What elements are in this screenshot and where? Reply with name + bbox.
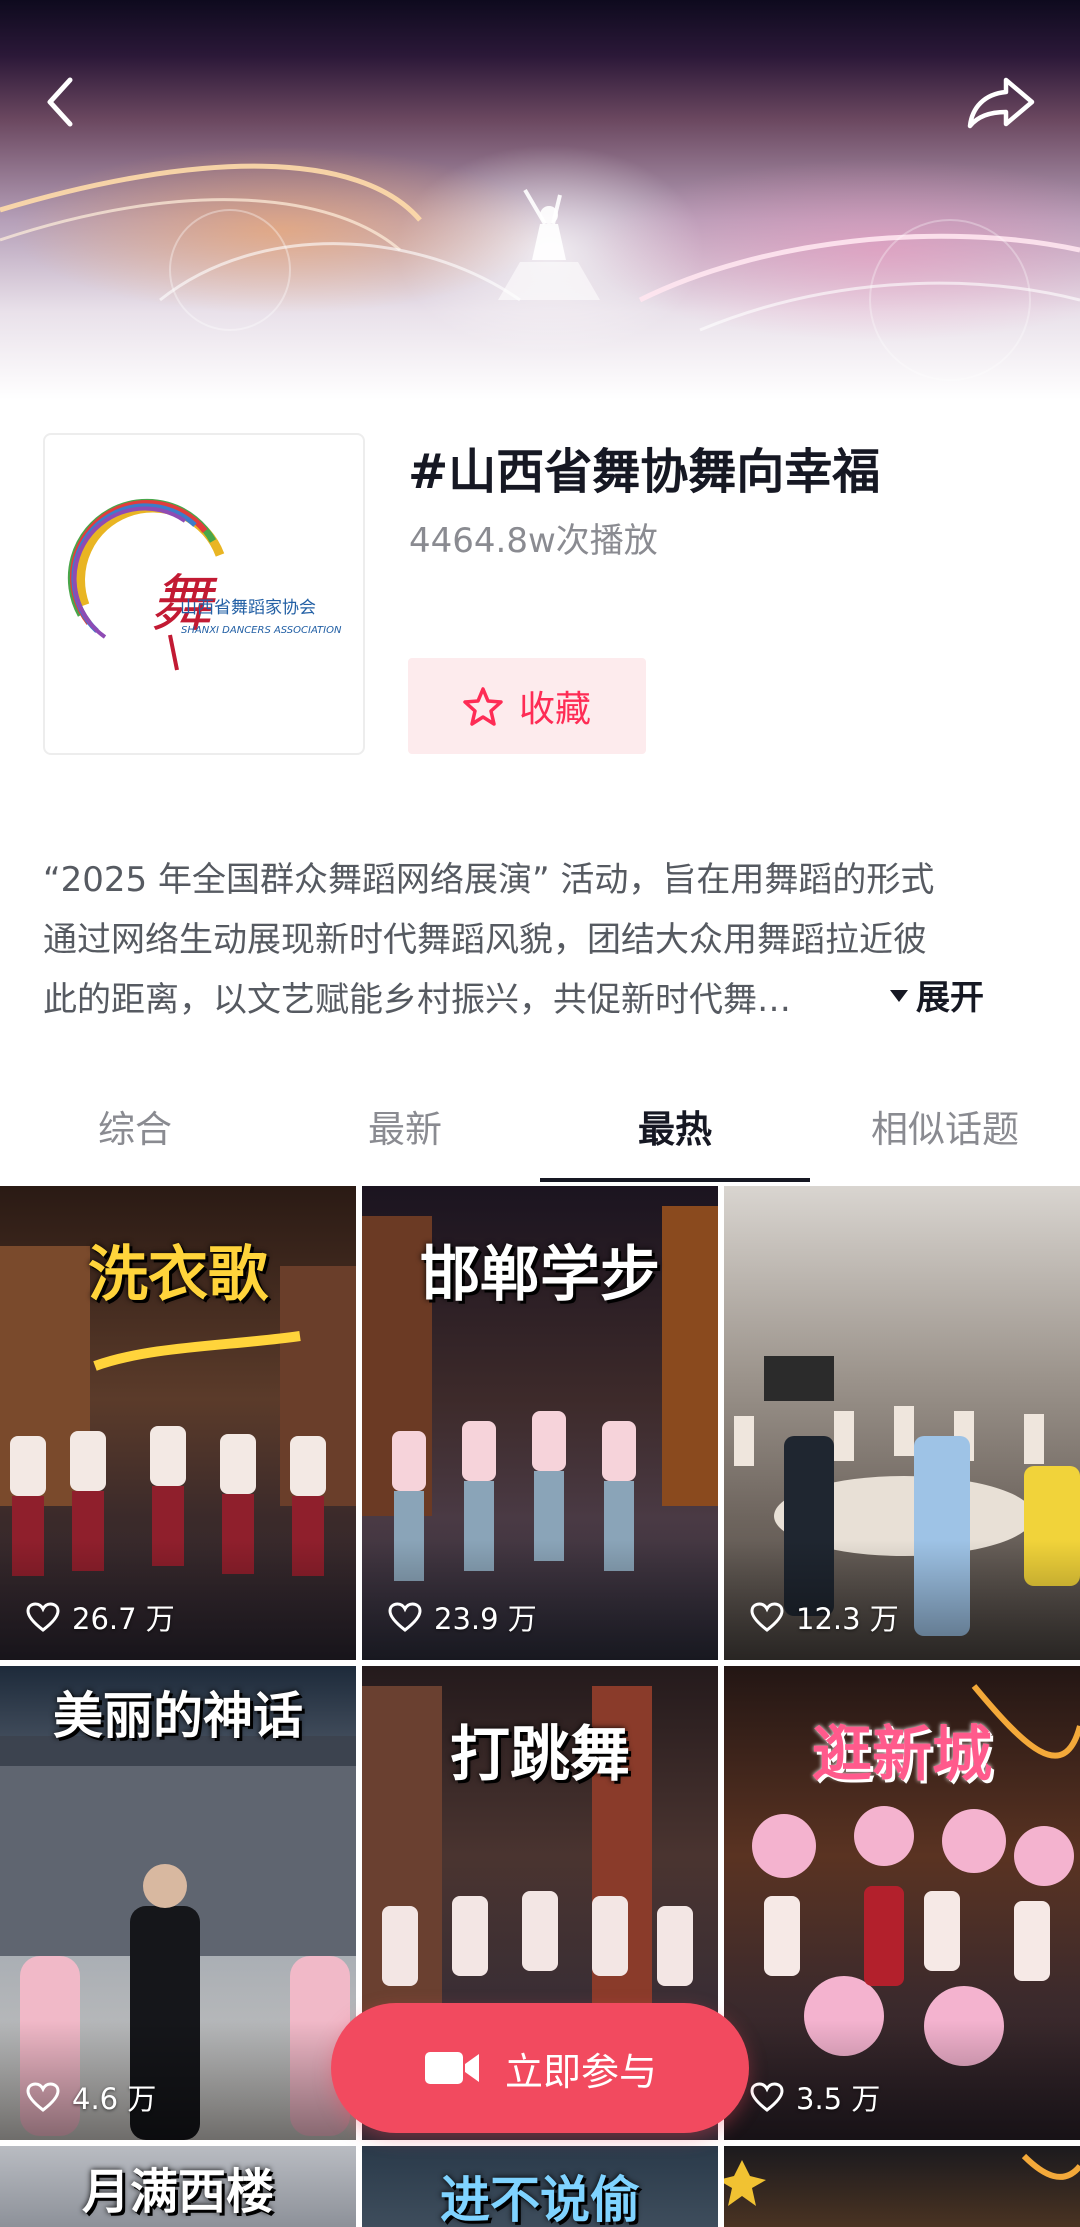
video-overlay-title: 打跳舞 — [450, 1720, 630, 1790]
video-camera-icon — [424, 2052, 479, 2084]
dance-association-logo-icon: 舞 山西省舞蹈家协会 SHANXI DANCERS ASSOCIATION — [67, 498, 342, 671]
topic-play-count: 4464.8w次播放 — [409, 521, 658, 561]
video-likes: 4.6 万 — [26, 2076, 156, 2118]
back-button[interactable] — [34, 72, 94, 132]
topic-banner — [0, 0, 1080, 400]
heart-icon — [26, 1602, 60, 1632]
video-likes: 12.3 万 — [750, 1596, 899, 1638]
video-card[interactable]: 逛新城 3.5 万 — [724, 1666, 1080, 2140]
heart-icon — [750, 2082, 784, 2112]
svg-text:山西省舞蹈家协会: 山西省舞蹈家协会 — [180, 598, 316, 618]
video-card[interactable]: 洗衣歌 26.7 万 — [0, 1186, 356, 1660]
likes-count: 23.9 万 — [434, 1602, 537, 1636]
video-card[interactable]: 12.3 万 — [724, 1186, 1080, 1660]
caret-down-icon — [890, 989, 908, 1002]
video-card[interactable]: 进不说偷 — [362, 2146, 718, 2227]
video-likes: 23.9 万 — [388, 1596, 537, 1638]
heart-icon — [388, 1602, 422, 1632]
svg-text:SHANXI DANCERS ASSOCIATION: SHANXI DANCERS ASSOCIATION — [181, 625, 342, 636]
video-card[interactable] — [724, 2146, 1080, 2227]
likes-count: 3.5 万 — [796, 2082, 881, 2116]
share-button[interactable] — [966, 72, 1038, 132]
video-overlay-title: 美丽的神话 — [53, 1687, 303, 1745]
video-overlay-title: 进不说偷 — [440, 2171, 640, 2227]
favorite-button[interactable]: 收藏 — [408, 658, 646, 754]
expand-label: 展开 — [916, 978, 984, 1018]
video-likes: 3.5 万 — [750, 2076, 880, 2118]
video-overlay-title: 月满西楼 — [81, 2164, 274, 2220]
video-overlay-title: 逛新城 — [812, 1720, 992, 1790]
join-now-label: 立即参与 — [504, 2049, 657, 2094]
heart-icon — [750, 1602, 784, 1632]
favorite-label: 收藏 — [518, 689, 591, 730]
topic-logo: 舞 山西省舞蹈家协会 SHANXI DANCERS ASSOCIATION — [43, 433, 365, 755]
star-icon — [463, 687, 503, 726]
join-now-button[interactable]: 立即参与 — [331, 2003, 749, 2133]
description-line: “2025 年全国群众舞蹈网络展演” 活动，旨在用舞蹈的形式 — [43, 860, 935, 900]
likes-count: 12.3 万 — [796, 1602, 899, 1636]
video-likes: 26.7 万 — [26, 1596, 175, 1638]
video-thumbnail-scene — [724, 2153, 1080, 2206]
likes-count: 26.7 万 — [72, 1602, 175, 1636]
video-card[interactable]: 月满西楼 — [0, 2146, 356, 2227]
topic-title: #山西省舞协舞向幸福 — [408, 444, 881, 500]
tab-similar-topics[interactable]: 相似话题 — [810, 1090, 1080, 1182]
video-card[interactable]: 美丽的神话 4.6 万 — [0, 1666, 356, 2140]
tab-comprehensive[interactable]: 综合 — [0, 1090, 270, 1182]
tab-bar: 综合 最新 最热 相似话题 — [0, 1090, 1080, 1182]
description-line: 通过网络生动展现新时代舞蹈风貌，团结大众用舞蹈拉近彼 — [43, 920, 927, 960]
likes-count: 4.6 万 — [72, 2082, 157, 2116]
dancer-banner-art — [0, 163, 1080, 381]
tab-hottest[interactable]: 最热 — [540, 1090, 810, 1182]
expand-button[interactable]: 展开 — [888, 970, 984, 1019]
heart-icon — [26, 2082, 60, 2112]
video-overlay-title: 洗衣歌 — [88, 1240, 268, 1310]
tab-latest[interactable]: 最新 — [270, 1090, 540, 1182]
video-overlay-title: 邯郸学步 — [420, 1240, 660, 1310]
video-card[interactable]: 邯郸学步 23.9 万 — [362, 1186, 718, 1660]
